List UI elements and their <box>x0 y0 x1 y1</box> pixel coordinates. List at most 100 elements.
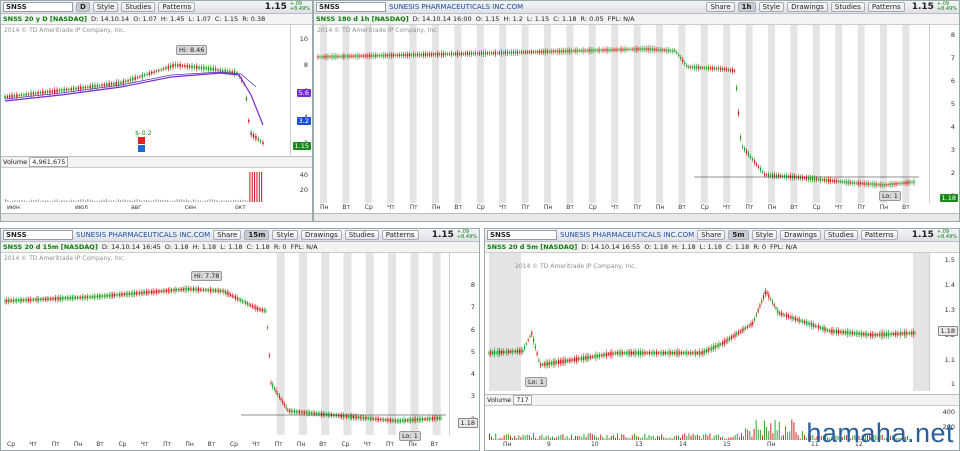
share-button[interactable]: Share <box>706 2 735 12</box>
candle <box>558 50 560 53</box>
candle <box>745 327 747 329</box>
copyright: 2014 © TD Ameritrade IP Company, Inc. <box>317 27 439 34</box>
period-button[interactable]: D <box>76 2 90 12</box>
candle <box>61 297 63 300</box>
candle <box>248 303 250 306</box>
symbol-input[interactable]: SNSS <box>3 230 73 240</box>
candle <box>833 179 835 182</box>
earnings-icon[interactable] <box>138 137 145 144</box>
style-button[interactable]: Style <box>92 2 119 12</box>
candle <box>784 314 786 316</box>
symbol-input[interactable]: SNSS <box>3 2 73 12</box>
time-axis-label: Пн <box>767 204 777 211</box>
time-axis[interactable]: июн июл авг сен окт <box>1 204 291 211</box>
candle <box>374 418 376 420</box>
candle <box>70 296 72 300</box>
patterns-button[interactable]: Patterns <box>867 2 905 12</box>
candle <box>144 291 146 294</box>
candle <box>712 67 714 70</box>
candle <box>146 73 148 75</box>
share-button[interactable]: Share <box>697 230 726 240</box>
candle <box>878 333 880 336</box>
time-scrollbar[interactable] <box>1 213 312 221</box>
volume-bar <box>207 200 209 202</box>
candle <box>112 293 114 297</box>
volume-bar <box>73 200 75 202</box>
lo-label: Lo: 1 <box>525 377 547 387</box>
volume-bar <box>520 436 522 440</box>
price-chart[interactable] <box>485 253 931 391</box>
candle <box>609 352 611 356</box>
time-axis-label: Ср <box>118 441 127 448</box>
candle <box>729 337 731 340</box>
candle <box>757 166 760 168</box>
price-chart[interactable] <box>314 25 929 203</box>
period-button[interactable]: 5m <box>728 230 749 240</box>
candle <box>22 299 25 301</box>
symbol-input[interactable]: SNSS <box>316 2 386 12</box>
volume-chart[interactable] <box>1 168 291 204</box>
period-button[interactable]: 1h <box>737 2 756 12</box>
candle <box>415 54 417 56</box>
candle <box>186 65 188 68</box>
symbol-input[interactable]: SNSS <box>487 230 557 240</box>
candle <box>148 72 151 75</box>
candle <box>201 289 203 291</box>
volume-bar <box>736 433 738 440</box>
time-axis-label: Вт <box>790 204 798 211</box>
candle <box>684 62 686 65</box>
share-button[interactable]: Share <box>213 230 242 240</box>
period-button[interactable]: 15m <box>244 230 270 240</box>
candle <box>749 155 752 158</box>
candle <box>39 298 41 300</box>
candle <box>495 351 497 354</box>
candle <box>329 56 331 58</box>
studies-button[interactable]: Studies <box>830 2 865 12</box>
candle <box>411 54 413 56</box>
style-button[interactable]: Style <box>758 2 785 12</box>
candle <box>520 51 522 54</box>
price-axis[interactable]: 8 7 6 5 4 3 2 <box>449 253 479 435</box>
volume-bar <box>512 437 513 440</box>
candle <box>71 296 73 300</box>
candle <box>724 68 726 70</box>
volume-bar <box>77 199 79 202</box>
drawings-button[interactable]: Drawings <box>787 2 828 12</box>
studies-button[interactable]: Studies <box>344 230 379 240</box>
candle <box>727 338 729 342</box>
candle <box>169 65 172 68</box>
style-button[interactable]: Style <box>751 230 778 240</box>
patterns-button[interactable]: Patterns <box>381 230 419 240</box>
volume-bar <box>541 434 543 440</box>
candle <box>110 83 113 86</box>
price-axis[interactable]: 8 7 6 5 4 3 2 1 <box>929 25 959 203</box>
price-chart[interactable] <box>1 253 451 435</box>
time-scrollbar[interactable] <box>314 213 959 221</box>
candle <box>598 48 600 52</box>
patterns-button[interactable]: Patterns <box>860 230 898 240</box>
time-axis[interactable]: Пн Вт Ср Чт Пт Пн Вт Ср Чт Пт Пн Вт Ср Чт Пт Пн Вт Ср Чт Пт… <box>314 204 929 211</box>
candle <box>905 331 907 336</box>
candle <box>398 419 400 422</box>
price-axis[interactable]: 1.5 1.4 1.3 1.2 1.1 1 <box>929 253 959 391</box>
style-button[interactable]: Style <box>272 230 298 240</box>
drawings-button[interactable]: Drawings <box>300 230 342 240</box>
candle <box>413 53 415 57</box>
moving-average-line <box>4 72 264 126</box>
candle <box>849 181 851 184</box>
candle <box>582 356 585 361</box>
candle <box>369 54 371 58</box>
candle <box>200 66 203 70</box>
candle <box>578 50 580 52</box>
studies-button[interactable]: Studies <box>121 2 156 12</box>
candle <box>875 333 877 336</box>
time-axis[interactable]: Ср Чт Пт Пн Вт Ср Чт Пт Пн Вт Ср Чт Пт Пн Вт Ср Чт Пт Пн Вт <box>1 441 451 448</box>
patterns-button[interactable]: Patterns <box>158 2 196 12</box>
candle <box>520 349 522 353</box>
volume-bar <box>793 422 795 440</box>
studies-button[interactable]: Studies <box>823 230 858 240</box>
volume-bar <box>218 200 220 202</box>
volume-bar <box>181 199 183 202</box>
drawings-button[interactable]: Drawings <box>780 230 821 240</box>
dividend-icon[interactable] <box>138 145 145 152</box>
